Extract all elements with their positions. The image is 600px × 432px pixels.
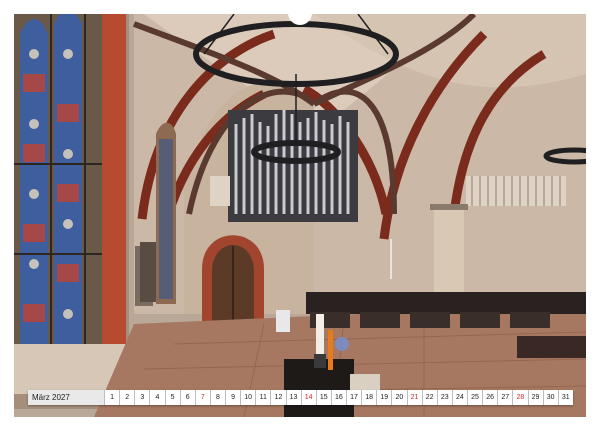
day-cell: 2 — [119, 390, 135, 405]
day-cell: 15 — [315, 390, 331, 405]
day-cell: 11 — [255, 390, 271, 405]
month-label: März 2027 — [28, 390, 104, 405]
day-cell: 30 — [542, 390, 558, 405]
church-interior-photo — [14, 14, 586, 417]
day-cell: 7 — [194, 390, 210, 405]
day-cell: 16 — [330, 390, 346, 405]
day-cell: 13 — [285, 390, 301, 405]
day-cell: 31 — [557, 390, 573, 405]
photo-illustration — [14, 14, 586, 417]
day-cell: 4 — [149, 390, 165, 405]
day-cell: 25 — [467, 390, 483, 405]
day-cell: 29 — [527, 390, 543, 405]
day-cell: 27 — [497, 390, 513, 405]
day-cell: 1 — [104, 390, 120, 405]
day-cell: 23 — [436, 390, 452, 405]
day-cell: 22 — [421, 390, 437, 405]
day-cell: 3 — [134, 390, 150, 405]
day-cell: 14 — [300, 390, 316, 405]
day-cell: 6 — [179, 390, 195, 405]
day-cell: 21 — [406, 390, 422, 405]
calendar-page: März 2027 1 2 3 4 5 6 7 8 9 10 11 12 13 14 15 16 17 18 19 2… — [0, 0, 600, 432]
day-cell: 19 — [376, 390, 392, 405]
day-cell: 17 — [346, 390, 362, 405]
day-cell: 8 — [209, 390, 225, 405]
day-cell: 9 — [225, 390, 241, 405]
day-cell: 26 — [482, 390, 498, 405]
day-cell: 24 — [451, 390, 467, 405]
day-cell: 10 — [240, 390, 256, 405]
day-cell: 28 — [512, 390, 528, 405]
day-cell: 5 — [164, 390, 180, 405]
day-cell: 18 — [361, 390, 377, 405]
calendar-strip: März 2027 1 2 3 4 5 6 7 8 9 10 11 12 13 14 15 16 17 18 19 2… — [28, 390, 573, 405]
day-row: 1 2 3 4 5 6 7 8 9 10 11 12 13 14 15 16 17 18 19 20 21 22 23 24 2… — [104, 390, 573, 405]
day-cell: 20 — [391, 390, 407, 405]
day-cell: 12 — [270, 390, 286, 405]
